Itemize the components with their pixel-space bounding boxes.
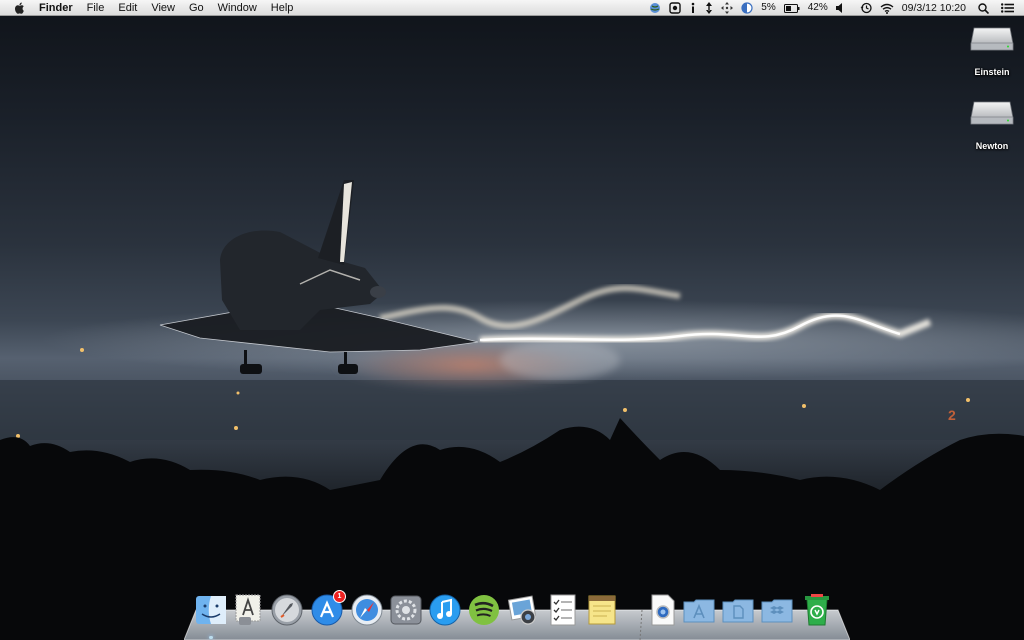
dock-iphoto[interactable] (506, 593, 540, 627)
time-machine-icon[interactable] (856, 2, 876, 14)
menu-help[interactable]: Help (264, 0, 301, 16)
iphoto-icon (507, 595, 537, 625)
menu-window[interactable]: Window (211, 0, 264, 16)
reminders-icon (550, 594, 576, 626)
documents-folder-icon (722, 599, 754, 623)
shuttle-landing-scene: 2 (0, 180, 1024, 640)
wifi-icon[interactable] (876, 3, 898, 14)
up-down-arrows-icon[interactable] (701, 2, 717, 14)
spotlight-search-icon[interactable] (974, 2, 993, 14)
menu-app-name[interactable]: Finder (35, 0, 80, 16)
safari-icon (351, 594, 383, 626)
dock-dropbox-folder[interactable] (760, 593, 794, 627)
dock-itunes[interactable] (428, 593, 462, 627)
preview-document-icon (651, 594, 675, 626)
recycle-bin-icon (805, 594, 829, 626)
dock-finder[interactable] (194, 593, 228, 639)
stamp-app-icon (235, 594, 261, 625)
launchpad-icon (271, 594, 303, 626)
dock-system-preferences[interactable] (389, 593, 423, 627)
desktop-drive-newton[interactable]: Newton (962, 100, 1022, 151)
apple-logo-icon[interactable] (13, 1, 27, 15)
applications-folder-icon (683, 599, 715, 623)
dock-preview-document[interactable] (645, 593, 679, 627)
notes-icon (588, 595, 616, 625)
screen-record-icon[interactable] (665, 2, 685, 14)
itunes-icon (429, 594, 461, 626)
cpu-percent[interactable]: 5% (757, 0, 779, 16)
spotify-icon (469, 595, 499, 625)
menu-bar: Finder File Edit View Go Window Help 5% … (0, 0, 1024, 16)
contrast-half-circle-icon[interactable] (737, 2, 757, 14)
dock-spotify[interactable] (467, 593, 501, 627)
dock-app-store[interactable]: 1 (310, 590, 346, 627)
volume-icon[interactable] (832, 3, 848, 13)
battery-icon[interactable] (780, 3, 804, 13)
dock-documents-folder[interactable] (721, 593, 755, 627)
dock-safari[interactable] (350, 593, 384, 627)
info-icon[interactable] (685, 2, 701, 14)
dock-stamp-app[interactable] (231, 593, 265, 627)
desktop-wallpaper: 2 (0, 0, 1024, 640)
finder-icon (196, 596, 226, 624)
dock-trash[interactable] (800, 593, 834, 627)
menu-file[interactable]: File (80, 0, 112, 16)
move-arrows-icon[interactable] (717, 2, 737, 14)
globe-status-icon[interactable] (645, 2, 665, 14)
notification-list-icon[interactable] (997, 3, 1018, 13)
menu-go[interactable]: Go (182, 0, 211, 16)
menu-edit[interactable]: Edit (111, 0, 144, 16)
desktop-drive-einstein[interactable]: Einstein (962, 26, 1022, 77)
dock-notes[interactable] (585, 593, 619, 627)
drive-label: Newton (975, 141, 1009, 151)
battery-percent[interactable]: 42% (804, 0, 832, 16)
menu-view[interactable]: View (144, 0, 182, 16)
hard-drive-icon (970, 101, 1014, 125)
dock-launchpad[interactable] (270, 593, 304, 627)
runway-marker: 2 (948, 407, 956, 423)
system-preferences-icon (390, 595, 422, 625)
dock-applications-folder[interactable] (682, 593, 716, 627)
dropbox-folder-icon (761, 599, 793, 623)
drive-label: Einstein (974, 67, 1010, 77)
app-store-update-badge: 1 (333, 590, 346, 603)
dock-reminders[interactable] (546, 593, 580, 627)
clock-datetime[interactable]: 09/3/12 10:20 (898, 0, 970, 16)
hard-drive-icon (970, 27, 1014, 51)
running-indicator (209, 636, 213, 639)
